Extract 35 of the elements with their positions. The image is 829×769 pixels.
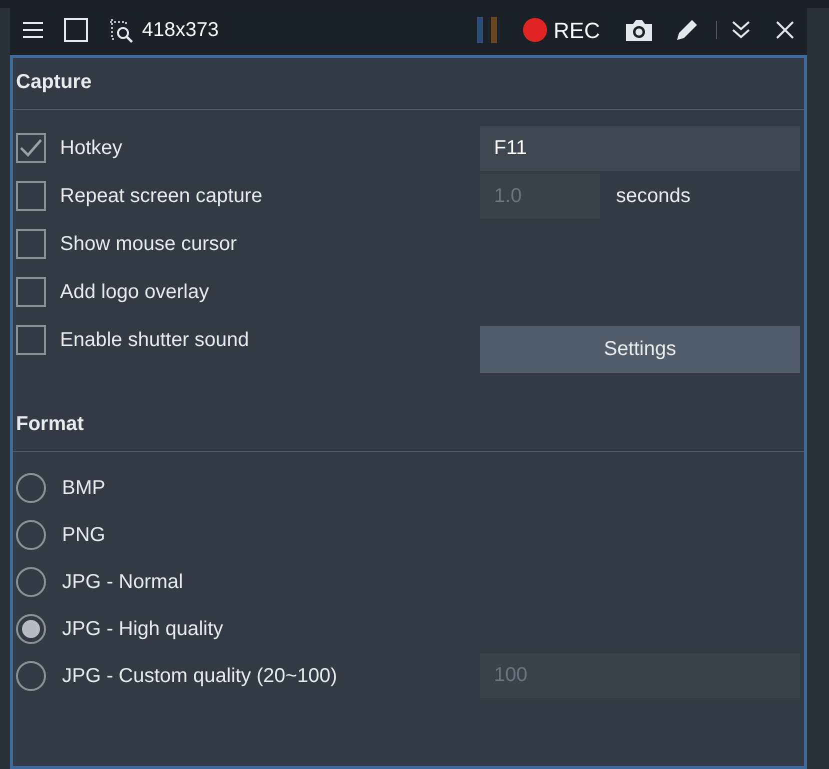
unit-label: seconds (616, 184, 690, 209)
radio-button[interactable] (16, 566, 46, 596)
option-label: Hotkey (60, 136, 122, 161)
camera-icon[interactable] (624, 17, 654, 43)
option-label: Show mouse cursor (60, 232, 237, 257)
section-title: Format (16, 412, 84, 437)
double-chevron-icon[interactable] (731, 19, 751, 41)
menu-icon[interactable] (22, 20, 44, 40)
option-label: PNG (62, 522, 106, 548)
section-title: Capture (16, 70, 92, 95)
checkbox[interactable] (16, 133, 46, 163)
checkbox[interactable] (16, 229, 46, 259)
checkbox[interactable] (16, 325, 46, 355)
option-label: BMP (62, 476, 106, 500)
input-field[interactable]: F11 (480, 126, 800, 170)
radio-button[interactable] (16, 520, 46, 550)
record-button[interactable]: REC (522, 14, 600, 46)
square-icon[interactable] (64, 18, 88, 42)
record-icon (522, 17, 548, 43)
option-label: Repeat screen capture (60, 184, 262, 209)
option-label: Add logo overlay (60, 280, 209, 305)
checkbox[interactable] (16, 277, 46, 307)
pencil-icon[interactable] (674, 17, 700, 43)
settings-button[interactable]: Settings (480, 326, 800, 372)
radio-button[interactable] (16, 472, 46, 502)
checkbox[interactable] (16, 181, 46, 211)
option-label: Enable shutter sound (60, 328, 250, 353)
option-label: JPG - High quality (62, 616, 224, 642)
option-label: JPG - Normal (62, 570, 184, 594)
region-search-icon[interactable] (108, 17, 134, 43)
radio-button[interactable] (16, 614, 46, 644)
radio-button[interactable] (16, 660, 46, 690)
size-label: 418x373 (142, 18, 219, 43)
option-label: JPG - Custom quality (20~100) (62, 664, 338, 688)
close-icon[interactable] (775, 20, 795, 40)
